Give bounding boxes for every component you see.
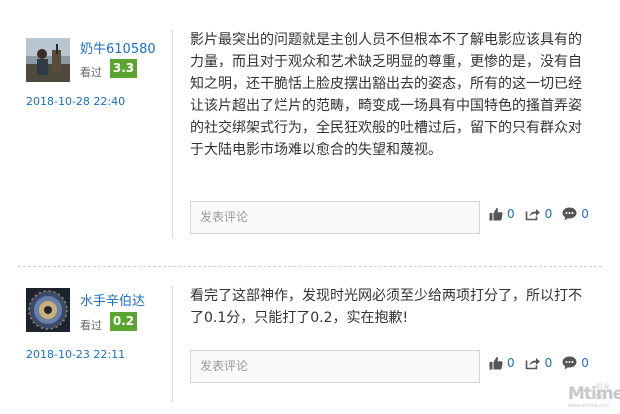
- username-link[interactable]: 奶牛610580: [80, 38, 156, 57]
- comment-bubble-icon: [562, 207, 577, 221]
- review-text-line: 力量，而且对于观众和艺术缺乏明显的尊重，更惨的是，没有自: [190, 54, 582, 70]
- share-button[interactable]: 0: [525, 207, 553, 221]
- action-bar: 0 0 0: [489, 206, 599, 222]
- comment-count: 0: [581, 207, 589, 221]
- reply-button[interactable]: 0: [562, 356, 589, 370]
- thumbs-up-icon: [489, 208, 503, 221]
- review-text-line: 让该片超出了烂片的范畴，畸变成一场具有中国特色的搔首弄姿: [190, 98, 582, 114]
- like-count: 0: [507, 356, 515, 370]
- like-button[interactable]: 0: [489, 207, 515, 221]
- review-divider: [18, 266, 602, 267]
- review-text-line: 知之明，还干脆恬上脸皮摆出豁出去的姿态，所有的这一切已经: [190, 76, 582, 92]
- share-icon: [525, 209, 540, 221]
- avatar[interactable]: [26, 288, 70, 332]
- share-count: 0: [544, 356, 553, 370]
- avatar[interactable]: [26, 38, 70, 82]
- thumbs-up-icon: [489, 357, 503, 370]
- review-text: 看完了这部神作，发现时光网必须至少给两项打分了，所以打不 了0.1分，只能打了0…: [190, 285, 610, 329]
- review-text-line: 看完了这部神作，发现时光网必须至少给两项打分了，所以打不: [190, 288, 582, 304]
- score-badge: 3.3: [110, 59, 137, 78]
- watermark-cn: 时光网: [596, 383, 610, 401]
- share-count: 0: [544, 207, 553, 221]
- like-button[interactable]: 0: [489, 356, 515, 370]
- watermark-url: www.mtime.com: [568, 403, 610, 409]
- review-text: 影片最突出的问题就是主创人员不但根本不了解电影应该具有的 力量，而且对于观众和艺…: [190, 29, 610, 161]
- review-text-line: 的社交绑架式行为，全民狂欢般的吐槽过后，留下的只有群众对: [190, 120, 582, 136]
- like-count: 0: [507, 207, 515, 221]
- score-badge: 0.2: [110, 312, 137, 331]
- share-button[interactable]: 0: [525, 356, 553, 370]
- comment-input[interactable]: 发表评论: [190, 201, 480, 234]
- username-link[interactable]: 水手辛伯达: [80, 290, 145, 309]
- reply-button[interactable]: 0: [562, 207, 589, 221]
- watched-label: 看过: [80, 319, 102, 332]
- review-text-line: 于大陆电影市场难以愈合的失望和蔑视。: [190, 142, 442, 158]
- comment-input[interactable]: 发表评论: [190, 350, 480, 383]
- review-date[interactable]: 2018-10-28 22:40: [26, 95, 125, 108]
- share-icon: [525, 358, 540, 370]
- action-bar: 0 0 0: [489, 355, 599, 371]
- watched-label: 看过: [80, 66, 102, 79]
- review-date[interactable]: 2018-10-23 22:11: [26, 348, 125, 361]
- review-card: 奶牛610580 看过 3.3 2018-10-28 22:40 影片最突出的问…: [0, 0, 620, 262]
- comment-count: 0: [581, 356, 589, 370]
- review-card: 水手辛伯达 看过 0.2 2018-10-23 22:11 看完了这部神作，发现…: [0, 268, 620, 414]
- review-text-line: 影片最突出的问题就是主创人员不但根本不了解电影应该具有的: [190, 32, 582, 48]
- review-text-line: 了0.1分，只能打了0.2，实在抱歉!: [190, 310, 409, 326]
- watermark-logo: Mtime 时光网 www.mtime.com: [566, 382, 620, 410]
- column-divider: [172, 30, 173, 238]
- column-divider: [172, 286, 173, 402]
- comment-bubble-icon: [562, 356, 577, 370]
